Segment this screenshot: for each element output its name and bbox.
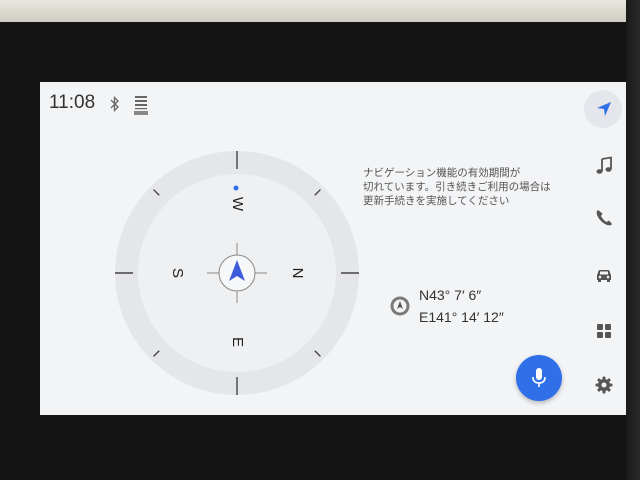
app-sidebar bbox=[582, 82, 626, 415]
bluetooth-icon bbox=[110, 96, 119, 112]
sidebar-item-phone[interactable] bbox=[582, 196, 626, 240]
bezel-right bbox=[626, 0, 640, 480]
music-note-icon bbox=[596, 156, 612, 174]
dcm-icon bbox=[134, 96, 148, 115]
clock: 11:08 bbox=[49, 92, 96, 113]
message-line: 切れています。引き続きご利用の場合は bbox=[363, 181, 551, 193]
latitude-text: N43° 7′ 6″ bbox=[419, 287, 482, 303]
message-line: 更新手続きを実施してください bbox=[363, 195, 510, 207]
phone-icon bbox=[596, 210, 612, 226]
longitude-text: E141° 14′ 12″ bbox=[419, 309, 504, 325]
sidebar-item-music[interactable] bbox=[582, 144, 626, 188]
navigation-arrow-icon bbox=[597, 102, 611, 116]
message-line: ナビゲーション機能の有効期間が bbox=[363, 167, 521, 179]
sidebar-item-apps[interactable] bbox=[582, 309, 626, 353]
compass: W N S E bbox=[115, 151, 359, 395]
compass-label-e: E bbox=[229, 337, 246, 347]
sidebar-item-navigation[interactable] bbox=[582, 87, 626, 131]
current-location-icon bbox=[390, 296, 410, 316]
microphone-icon bbox=[532, 368, 546, 387]
voice-command-button[interactable] bbox=[516, 355, 562, 401]
display-screen: 11:08 W N S E ナビゲーション機能の有効期間が 切れています。引き続… bbox=[40, 82, 626, 415]
sidebar-item-vehicle[interactable] bbox=[582, 253, 626, 297]
apps-grid-icon bbox=[597, 324, 611, 338]
bezel-top bbox=[0, 0, 640, 22]
sidebar-item-settings[interactable] bbox=[582, 363, 626, 407]
compass-label-w: W bbox=[229, 197, 246, 212]
north-dot bbox=[233, 185, 239, 191]
compass-label-n: N bbox=[289, 268, 306, 279]
gear-icon bbox=[595, 376, 613, 394]
navigation-expired-message: ナビゲーション機能の有効期間が 切れています。引き続きご利用の場合は 更新手続き… bbox=[363, 166, 563, 208]
compass-label-s: S bbox=[169, 268, 186, 278]
car-icon bbox=[597, 270, 611, 282]
